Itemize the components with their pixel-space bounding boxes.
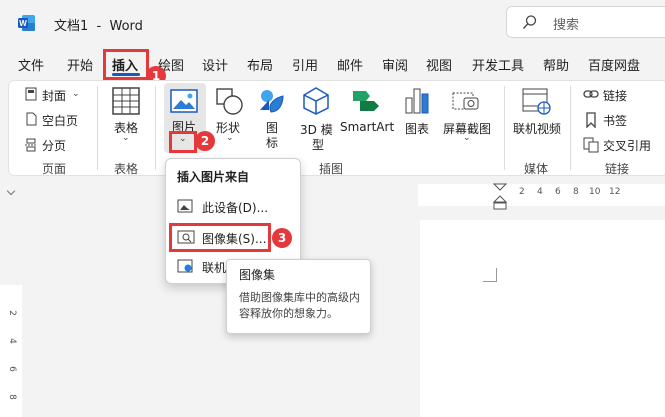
document-title: 文档1 - Word [54, 19, 143, 34]
word-logo-icon: W [18, 15, 35, 31]
ruler-tick-label: 8 [573, 187, 579, 197]
chart-icon [405, 88, 429, 114]
menu-design[interactable]: 设计 [202, 55, 228, 74]
chevron-down-icon[interactable]: ⌄ [226, 133, 234, 143]
icons-label-line2[interactable]: 标 [266, 134, 278, 151]
bookmark-icon [586, 112, 596, 128]
shapes-icon [216, 88, 243, 115]
ruler-tick-label: 8 [6, 394, 17, 400]
margin-corner-mark [483, 268, 497, 282]
smartart-icon [353, 91, 379, 111]
ribbon-separator [155, 86, 156, 170]
online-video-icon [522, 88, 551, 115]
ruler-tick-label: 10 [589, 187, 601, 197]
menu-file[interactable]: 文件 [18, 55, 44, 74]
insert-tab-highlight [103, 49, 149, 80]
image-collection-highlight [169, 223, 271, 252]
menu-layout[interactable]: 布局 [247, 55, 273, 74]
document-page[interactable] [420, 220, 665, 417]
search-placeholder: 搜索 [553, 18, 580, 33]
cross-reference-icon [583, 137, 599, 153]
online-video-label[interactable]: 联机视频 [513, 120, 561, 137]
page-break-icon [25, 138, 37, 152]
chevron-down-icon[interactable]: ⌄ [463, 133, 471, 143]
chevron-down-icon[interactable]: ⌄ [72, 89, 80, 99]
this-device-icon [177, 199, 193, 213]
menu-help[interactable]: 帮助 [543, 55, 569, 74]
chart-label[interactable]: 图表 [405, 120, 429, 137]
online-pictures-item[interactable]: 联机 [202, 259, 226, 276]
tooltip-title: 图像集 [239, 268, 276, 282]
search-icon [522, 15, 537, 29]
menu-home[interactable]: 开始 [67, 55, 93, 74]
ruler-tick-label: 6 [6, 366, 17, 372]
cover-page-label[interactable]: 封面 [42, 87, 66, 104]
ruler-tick-label: 2 [519, 187, 525, 197]
menu-mailings[interactable]: 邮件 [337, 55, 363, 74]
link-icon [583, 90, 599, 98]
chevron-down-icon[interactable]: ⌄ [179, 134, 187, 144]
page-break-label[interactable]: 分页 [42, 137, 66, 154]
links-group-label: 链接 [605, 162, 630, 176]
step-badge-3: 3 [272, 228, 292, 248]
cross-reference-label[interactable]: 交叉引用 [603, 137, 651, 154]
icons-icon [260, 90, 284, 113]
smartart-label[interactable]: SmartArt [340, 120, 394, 134]
3d-model-label-line2[interactable]: 型 [312, 136, 324, 153]
chevron-down-icon[interactable]: ⌄ [122, 133, 130, 143]
bookmark-label[interactable]: 书签 [603, 112, 627, 129]
link-label[interactable]: 链接 [603, 87, 627, 104]
illustrations-group-label: 插图 [319, 162, 344, 176]
ruler-tick-label: 2 [6, 310, 17, 316]
ruler-tick-label: 4 [537, 187, 543, 197]
tooltip-description: 借助图像集库中的高级内容释放你的想象力。 [239, 291, 360, 320]
media-group-label: 媒体 [524, 162, 549, 176]
this-device-item[interactable]: 此设备(D)... [202, 199, 268, 216]
screenshot-icon [452, 92, 479, 110]
ruler-tick-label: 12 [609, 187, 621, 197]
menu-developer[interactable]: 开发工具 [472, 55, 524, 74]
blank-page-icon [26, 112, 37, 126]
menu-baidu-netdisk[interactable]: 百度网盘 [588, 55, 640, 74]
table-group-label: 表格 [114, 162, 139, 176]
online-pictures-icon [177, 259, 193, 273]
menu-view[interactable]: 视图 [426, 55, 452, 74]
3d-model-icon [303, 87, 329, 115]
ribbon-separator [97, 86, 98, 170]
pages-group-label: 页面 [42, 162, 67, 176]
blank-page-label[interactable]: 空白页 [42, 112, 78, 129]
ribbon-separator [504, 86, 505, 170]
indent-marker-icon[interactable] [492, 183, 508, 211]
ruler-tick-label: 4 [6, 338, 17, 344]
table-icon [112, 87, 140, 115]
cover-page-icon [25, 87, 37, 101]
svg-text:W: W [19, 19, 27, 28]
step-badge-2: 2 [195, 131, 215, 151]
menu-references[interactable]: 引用 [292, 55, 318, 74]
ribbon-separator [570, 86, 571, 170]
menu-review[interactable]: 审阅 [382, 55, 408, 74]
ruler-tick-label: 6 [555, 187, 561, 197]
dropdown-header: 插入图片来自 [177, 170, 250, 184]
picture-icon [170, 89, 198, 113]
